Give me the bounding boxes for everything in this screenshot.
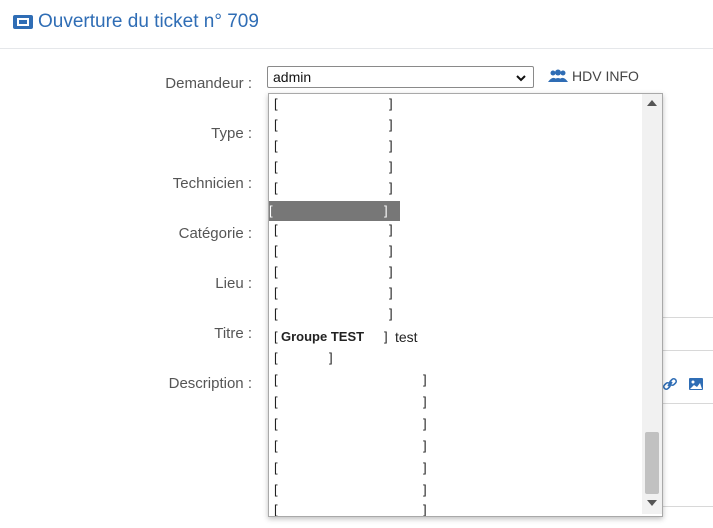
list-item[interactable]: [] [274,304,394,324]
description-label: Description : [168,375,252,392]
list-item[interactable]: [] [274,136,394,156]
list-item[interactable]: [] [274,178,394,198]
list-item[interactable]: [] [274,436,434,456]
list-item-highlighted[interactable]: [] [269,201,400,221]
list-item[interactable]: [] [274,392,434,412]
type-label: Type : [211,125,252,142]
editor-bottom-border [661,506,713,507]
list-item[interactable]: [] [274,262,394,282]
demandeur-dropdown-list[interactable]: [] [] [] [] [] [] [] [] [] [] [] [ Group… [268,93,663,517]
group-bracket: ] [384,329,388,344]
titre-label: Titre : [214,325,252,342]
list-item[interactable]: [] [274,157,394,177]
group-test-option[interactable]: test [395,327,418,347]
list-item[interactable]: [] [274,458,434,478]
page-header: Ouverture du ticket n° 709 [0,0,713,49]
list-item[interactable]: [] [274,500,434,516]
list-item[interactable]: [] [274,220,394,240]
page-title: Ouverture du ticket n° 709 [38,11,259,32]
chevron-down-icon [515,71,527,83]
categorie-label: Catégorie : [178,225,252,242]
technicien-label: Technicien : [172,175,252,192]
editor-toolbar-border [661,403,713,404]
group-label: Groupe TEST [281,329,365,344]
demandeur-select[interactable]: admin [267,66,534,88]
scroll-down-icon[interactable] [647,500,657,506]
scroll-up-icon[interactable] [647,100,657,106]
scrollbar-thumb[interactable] [645,432,659,494]
dropdown-scrollbar[interactable] [642,94,662,514]
hdv-info-label: HDV INFO [572,68,639,84]
link-icon[interactable] [662,376,678,392]
list-item[interactable]: [] [274,480,434,500]
list-item[interactable]: [] [274,283,394,303]
list-item[interactable]: [] [274,115,394,135]
list-item[interactable]: [] [274,414,434,434]
list-item[interactable]: [] [274,241,394,261]
demandeur-select-value: admin [273,69,312,85]
lieu-label: Lieu : [215,275,252,292]
users-icon [548,69,568,82]
image-icon[interactable] [688,376,704,392]
hdv-info-link[interactable]: HDV INFO [548,68,639,84]
editor-toolbar [662,376,704,392]
demandeur-label: Demandeur : [165,75,252,92]
ticket-icon [12,14,34,30]
list-item[interactable]: [] [274,370,434,390]
list-item[interactable]: [] [274,348,344,368]
list-item[interactable]: [] [274,94,394,114]
